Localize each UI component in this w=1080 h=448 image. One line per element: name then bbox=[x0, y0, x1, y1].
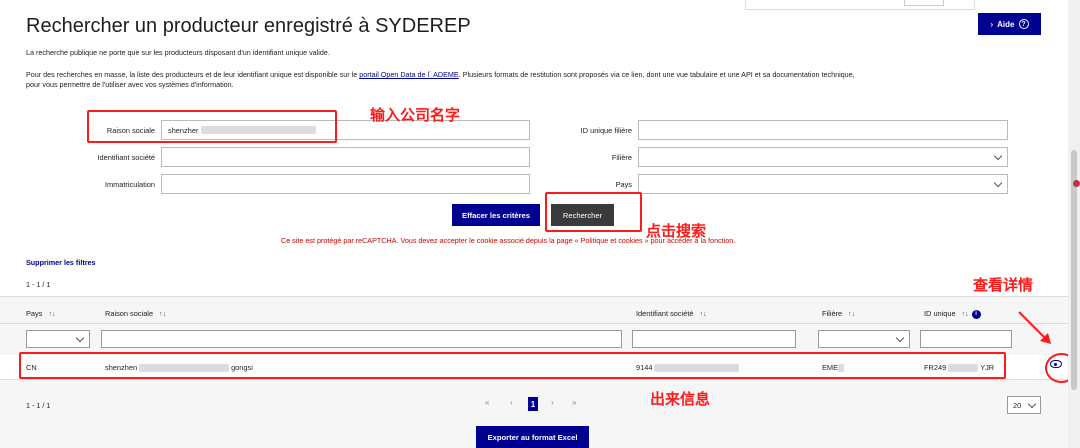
chevron-down-icon bbox=[1027, 399, 1037, 409]
column-header-filiere[interactable]: Filière ↑↓ bbox=[822, 309, 855, 318]
filter-raison-sociale-input[interactable] bbox=[101, 330, 622, 348]
annotation-view-details: 查看详情 bbox=[973, 276, 1034, 294]
top-dropdown-remnant bbox=[745, 0, 975, 10]
pager-current-page[interactable]: 1 bbox=[528, 397, 538, 411]
per-page-select[interactable]: 20 bbox=[1007, 396, 1041, 414]
filter-filiere-select[interactable] bbox=[818, 330, 910, 348]
annotation-box-result-row bbox=[19, 352, 1006, 379]
sort-icon: ↑↓ bbox=[961, 311, 969, 318]
identifiant-societe-label: Identifiant société bbox=[97, 153, 155, 162]
clear-filters-link[interactable]: Supprimer les filtres bbox=[26, 258, 96, 267]
page-title: Rechercher un producteur enregistré à SY… bbox=[26, 15, 471, 37]
result-count-bottom: 1 - 1 / 1 bbox=[26, 401, 51, 410]
intro-text-3: pour vous permettre de l'utiliser avec v… bbox=[26, 80, 234, 89]
pager-last-button[interactable]: » bbox=[572, 398, 576, 407]
pays-select[interactable] bbox=[638, 174, 1008, 194]
intro-text-2: Pour des recherches en masse, la liste d… bbox=[26, 70, 855, 79]
annotation-click-search: 点击搜索 bbox=[646, 222, 707, 240]
column-header-pays[interactable]: Pays ↑↓ bbox=[26, 309, 55, 318]
annotation-arrow bbox=[1018, 311, 1051, 344]
identifiant-societe-input[interactable] bbox=[161, 147, 530, 167]
sort-icon: ↑↓ bbox=[848, 311, 856, 318]
clear-criteria-button[interactable]: Effacer les critères bbox=[452, 204, 540, 226]
chevron-down-icon bbox=[895, 333, 905, 343]
immatriculation-input[interactable] bbox=[161, 174, 530, 194]
pager-next-button[interactable]: › bbox=[551, 398, 554, 407]
sort-icon: ↑↓ bbox=[159, 311, 167, 318]
export-excel-button[interactable]: Exporter au format Excel bbox=[476, 426, 589, 448]
sort-icon: ↑↓ bbox=[699, 311, 707, 318]
sort-icon: ↑↓ bbox=[48, 311, 56, 318]
annotation-company-name: 输入公司名字 bbox=[370, 106, 461, 124]
pays-label: Pays bbox=[615, 180, 632, 189]
annotation-result-info: 出来信息 bbox=[650, 390, 711, 408]
info-icon: i bbox=[971, 309, 981, 319]
filter-id-unique-input[interactable] bbox=[920, 330, 1012, 348]
filter-pays-select[interactable] bbox=[26, 330, 90, 348]
annotation-box-company bbox=[87, 110, 337, 143]
immatriculation-label: Immatriculation bbox=[104, 180, 155, 189]
pager-first-button[interactable]: « bbox=[485, 398, 489, 407]
chevron-down-icon bbox=[75, 333, 85, 343]
column-header-raison-sociale[interactable]: Raison sociale ↑↓ bbox=[105, 309, 166, 318]
filter-identifiant-societe-input[interactable] bbox=[632, 330, 796, 348]
filiere-select[interactable] bbox=[638, 147, 1008, 167]
annotation-box-search bbox=[545, 192, 642, 232]
filiere-label: Filière bbox=[611, 153, 632, 162]
intro-text-1: La recherche publique ne porte que sur l… bbox=[26, 48, 330, 57]
chevron-down-icon bbox=[993, 178, 1003, 188]
id-unique-filiere-input[interactable] bbox=[638, 120, 1008, 140]
page: Rechercher un producteur enregistré à SY… bbox=[0, 0, 1080, 448]
column-header-identifiant-societe[interactable]: Identifiant société ↑↓ bbox=[636, 309, 707, 318]
help-icon: ? bbox=[1018, 19, 1029, 29]
aide-button[interactable]: › Aide ? bbox=[978, 13, 1041, 35]
chevron-down-icon bbox=[993, 151, 1003, 161]
id-unique-filiere-label: ID unique filière bbox=[580, 126, 632, 135]
scrollbar[interactable] bbox=[1068, 0, 1080, 448]
result-count-top: 1 - 1 / 1 bbox=[26, 280, 51, 289]
column-header-id-unique[interactable]: ID unique ↑↓ i bbox=[924, 309, 981, 319]
open-data-link[interactable]: portail Open Data de l´ ADEME bbox=[359, 70, 458, 79]
aide-label: Aide bbox=[997, 19, 1015, 29]
pager-prev-button[interactable]: ‹ bbox=[510, 398, 513, 407]
chevron-right-icon: › bbox=[990, 19, 994, 29]
